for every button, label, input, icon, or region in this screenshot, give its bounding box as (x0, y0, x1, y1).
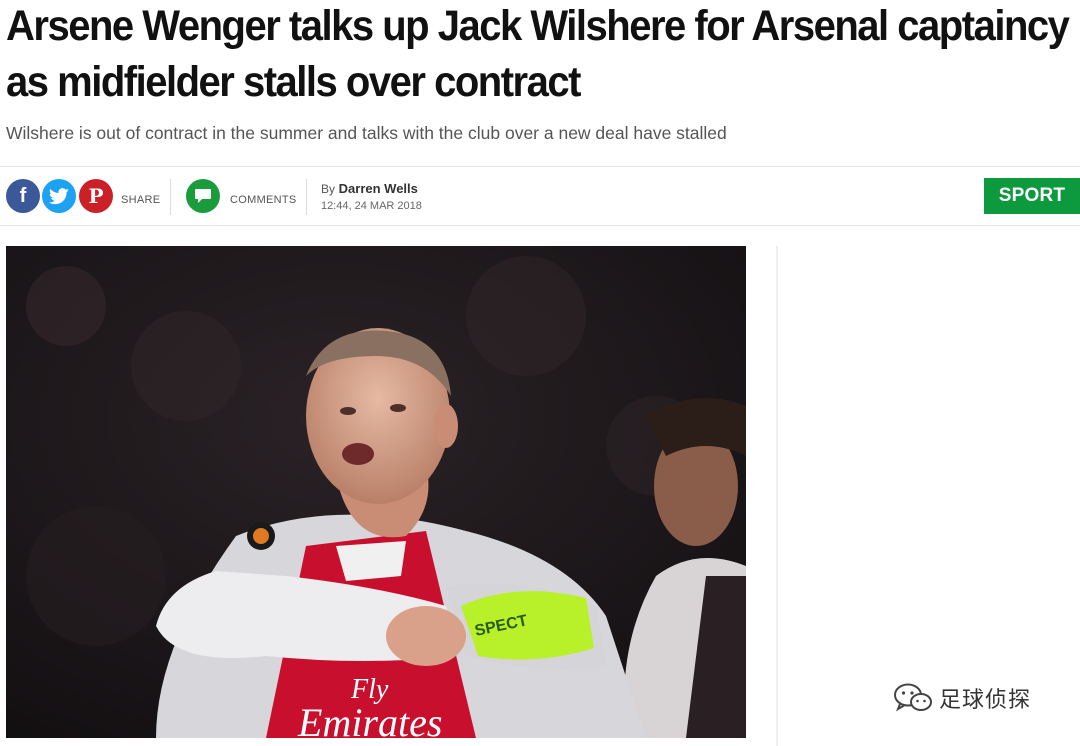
facebook-share-button[interactable]: f (6, 179, 40, 213)
author-link[interactable]: Darren Wells (339, 181, 418, 196)
article-hero-photo: SPECT Fly Emirates (6, 246, 746, 738)
separator (170, 179, 171, 215)
article-headline: Arsene Wenger talks up Jack Wilshere for… (6, 0, 1070, 110)
publish-timestamp: 12:44, 24 MAR 2018 (321, 200, 422, 212)
article-page: Arsene Wenger talks up Jack Wilshere for… (0, 0, 1080, 746)
twitter-share-button[interactable] (42, 179, 76, 213)
watermark-text: 足球侦探 (939, 688, 1032, 713)
byline-prefix: By (321, 182, 336, 196)
shirt-text-emirates: Emirates (297, 700, 442, 738)
wechat-icon (894, 683, 932, 712)
headline-line-2: as midfielder stalls over contract (6, 58, 581, 106)
player-photo-illustration: SPECT Fly Emirates (6, 246, 746, 738)
section-badge-sport[interactable]: SPORT (984, 178, 1080, 214)
pinterest-icon: P (88, 184, 104, 208)
facebook-icon: f (19, 184, 27, 207)
byline: By Darren Wells (321, 181, 418, 196)
twitter-icon (49, 187, 69, 204)
article-standfirst: Wilshere is out of contract in the summe… (6, 123, 727, 143)
sidebar-divider (776, 246, 778, 746)
comments-label[interactable]: COMMENTS (230, 194, 297, 206)
comment-bubble-icon (195, 189, 211, 203)
separator (306, 179, 307, 215)
comments-button[interactable] (186, 179, 220, 213)
headline-line-1: Arsene Wenger talks up Jack Wilshere for… (6, 2, 1070, 50)
pinterest-share-button[interactable]: P (79, 179, 113, 213)
share-label: SHARE (121, 194, 161, 206)
divider (0, 225, 1080, 226)
watermark: 足球侦探 (893, 680, 1031, 716)
share-bar: f P SHARE COMMENTS By Darren Wells 12:44… (0, 167, 1080, 225)
